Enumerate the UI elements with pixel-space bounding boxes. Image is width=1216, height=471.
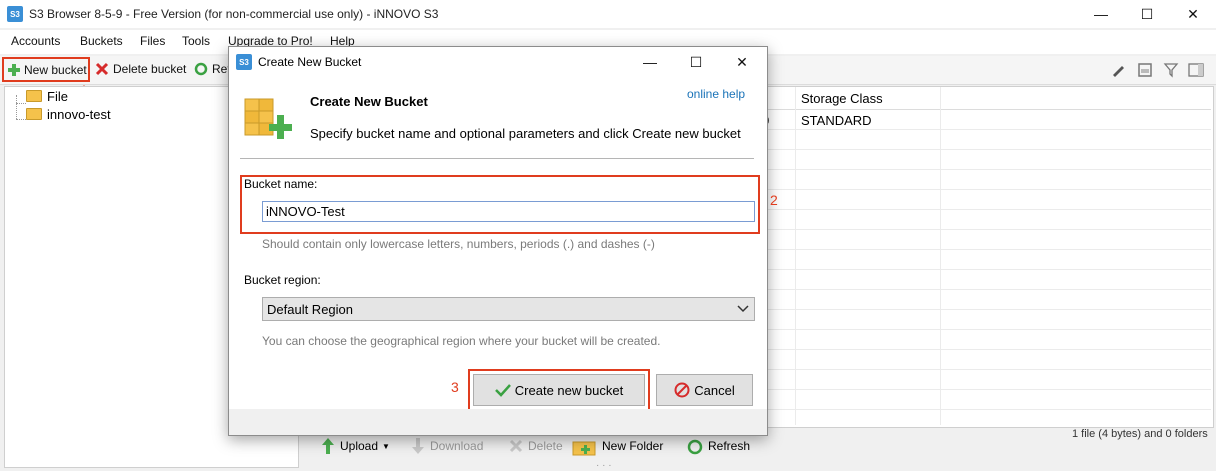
grid-column-divider [940,87,941,425]
maximize-button[interactable]: ☐ [1124,0,1170,28]
grid-row-line [766,409,1211,410]
new-bucket-button[interactable]: New bucket [2,57,90,82]
grid-row-line [766,169,1211,170]
delete-bucket-button[interactable]: Delete bucket [94,58,186,80]
grid-row-line [766,189,1211,190]
bucket-name-label: Bucket name: [244,177,318,191]
status-text: 1 file (4 bytes) and 0 folders [1072,428,1208,440]
new-folder-button[interactable]: New Folder [572,433,663,459]
tree-line [16,95,18,119]
app-icon: S3 [7,6,23,22]
delete-x-icon [509,439,523,453]
bucket-name-hint: Should contain only lowercase letters, n… [262,237,655,251]
dialog-heading: Create New Bucket [310,94,428,109]
annotation-step-3: 3 [451,379,459,395]
grid-row-line [766,349,1211,350]
region-select[interactable]: Default Region [262,297,755,321]
bucket-add-icon [244,98,292,139]
region-select-value: Default Region [267,301,353,317]
checkmark-icon [494,384,511,397]
grid-cell-storage-class: STANDARD [801,113,872,128]
dialog-title: Create New Bucket [258,55,362,69]
menu-buckets[interactable]: Buckets [80,34,123,48]
dialog-minimize-button[interactable]: — [627,47,673,77]
tree-item-innovo-test[interactable]: innovo-test [47,107,111,122]
delete-file-button[interactable]: Delete [508,433,563,459]
refresh-files-label: Refresh [708,439,751,453]
upload-button[interactable]: Upload ▼ [320,433,390,459]
minimize-button[interactable]: — [1078,0,1124,28]
menu-files[interactable]: Files [140,34,165,48]
grid-row-line [766,149,1211,150]
edit-pencil-icon[interactable] [1110,62,1126,78]
grid-row-line [766,309,1211,310]
window-title: S3 Browser 8-5-9 - Free Version (for non… [29,7,439,21]
plus-icon [8,63,20,76]
close-button[interactable]: ✕ [1170,0,1216,28]
grid-row-line [766,329,1211,330]
tree-item-file[interactable]: File [47,89,68,104]
download-label: Download [430,439,484,453]
grid-row-line [766,129,1211,130]
grid-row-line [766,229,1211,230]
download-button[interactable]: Download [410,433,483,459]
grid-row-line [766,369,1211,370]
columns-icon[interactable] [1188,62,1206,78]
create-new-bucket-button[interactable]: Create new bucket [473,374,645,406]
online-help-link[interactable]: online help [687,87,745,101]
dialog-close-button[interactable]: ✕ [719,47,765,77]
new-bucket-label: New bucket [24,62,87,77]
dialog-maximize-button[interactable]: ☐ [673,47,719,77]
view-icon[interactable] [1137,62,1153,78]
filter-icon[interactable] [1163,62,1179,78]
refresh-icon [194,62,208,76]
refresh-files-button[interactable]: Refresh [686,433,750,459]
folder-icon [26,108,42,120]
region-label: Bucket region: [244,273,321,287]
chevron-down-icon [737,305,749,313]
create-button-label: Create new bucket [514,382,624,398]
tree-line [16,103,26,104]
upload-arrow-icon [322,438,334,454]
bucket-name-input[interactable]: iNNOVO-Test [262,201,755,222]
grid-row-line [766,249,1211,250]
upload-dropdown-icon: ▼ [382,441,390,451]
tree-line [16,119,26,120]
region-hint: You can choose the geographical region w… [262,334,661,348]
dialog-subtitle: Specify bucket name and optional paramet… [310,126,741,141]
grid-row-line [766,269,1211,270]
cancel-button[interactable]: Cancel [656,374,753,406]
dialog-app-icon: S3 [236,54,252,70]
folder-icon [26,90,42,102]
cancel-icon [674,382,690,398]
grid-row-line [766,209,1211,210]
annotation-step-2: 2 [770,192,778,208]
create-bucket-dialog: S3 Create New Bucket — ☐ ✕ Create New Bu… [228,46,778,436]
new-folder-label: New Folder [602,439,664,453]
column-header-storage-class[interactable]: Storage Class [801,91,883,106]
new-folder-icon [572,441,596,456]
download-arrow-icon [412,438,424,454]
dialog-divider [240,158,754,159]
dialog-footer [229,409,767,435]
splitter-dots[interactable]: · · · [596,460,612,471]
menu-accounts[interactable]: Accounts [11,34,60,48]
delete-label: Delete [528,439,563,453]
grid-row-line [766,389,1211,390]
grid-row-line [766,289,1211,290]
menu-tools[interactable]: Tools [182,34,210,48]
delete-bucket-label: Delete bucket [113,62,187,76]
upload-label: Upload [340,439,379,453]
grid-column-divider [795,87,796,425]
delete-x-icon [95,62,109,76]
refresh-icon [687,439,703,455]
cancel-button-label: Cancel [694,382,735,398]
